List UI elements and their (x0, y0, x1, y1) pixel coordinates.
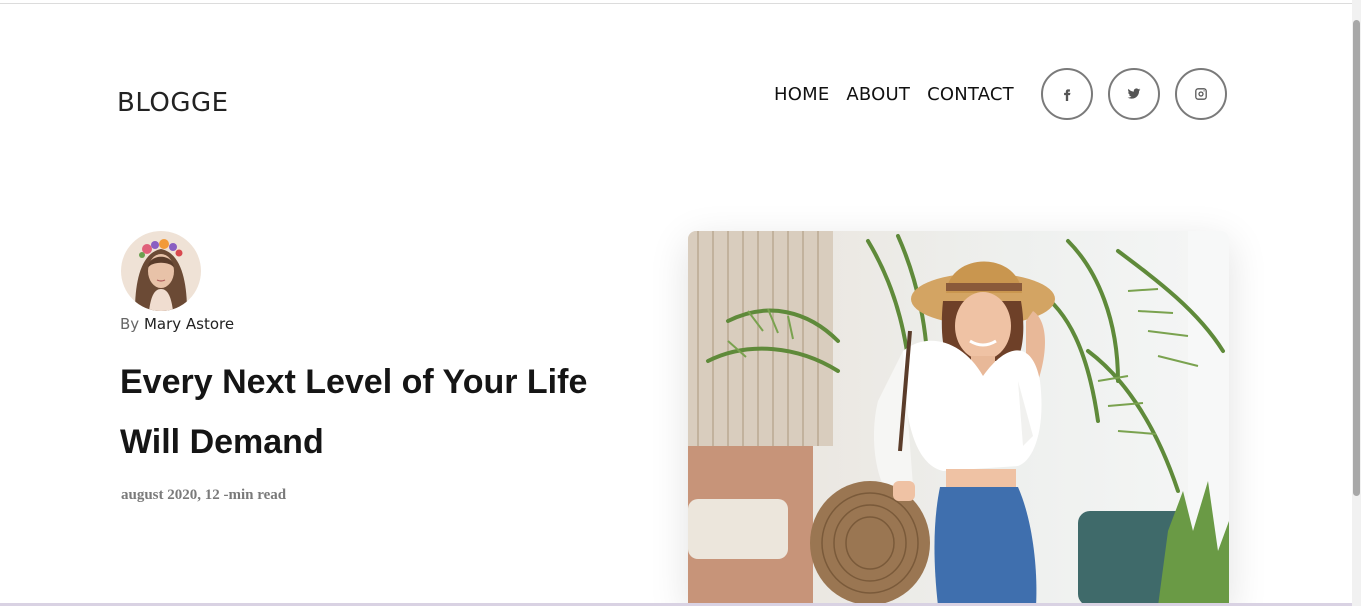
byline: By Mary Astore (120, 315, 234, 333)
post-title-line-1: Every Next Level of Your Life (120, 363, 588, 401)
instagram-button[interactable] (1175, 68, 1227, 120)
nav-contact-link[interactable]: CONTACT (927, 84, 1014, 105)
facebook-button[interactable] (1041, 68, 1093, 120)
twitter-button[interactable] (1108, 68, 1160, 120)
post-title[interactable]: Every Next Level of Your Life Will Deman… (120, 352, 640, 472)
site-logo[interactable]: BLOGGE (117, 88, 229, 118)
post-meta: august 2020, 12 -min read (121, 487, 287, 503)
author-avatar[interactable] (121, 231, 201, 311)
top-divider (0, 3, 1352, 4)
page-scrollbar[interactable] (1352, 0, 1361, 606)
instagram-icon (1195, 88, 1207, 100)
facebook-icon (1064, 89, 1071, 101)
scrollbar-thumb[interactable] (1353, 20, 1360, 496)
hero-photo (688, 231, 1229, 606)
main-nav: HOME ABOUT CONTACT (774, 84, 1014, 105)
author-name[interactable]: Mary Astore (144, 315, 234, 333)
by-label: By (120, 315, 140, 333)
twitter-icon (1127, 88, 1141, 99)
hero-image[interactable] (688, 231, 1229, 606)
post-title-line-2: Will Demand (120, 423, 324, 461)
author-photo (121, 231, 201, 311)
nav-about-link[interactable]: ABOUT (846, 84, 910, 105)
nav-home-link[interactable]: HOME (774, 84, 829, 105)
